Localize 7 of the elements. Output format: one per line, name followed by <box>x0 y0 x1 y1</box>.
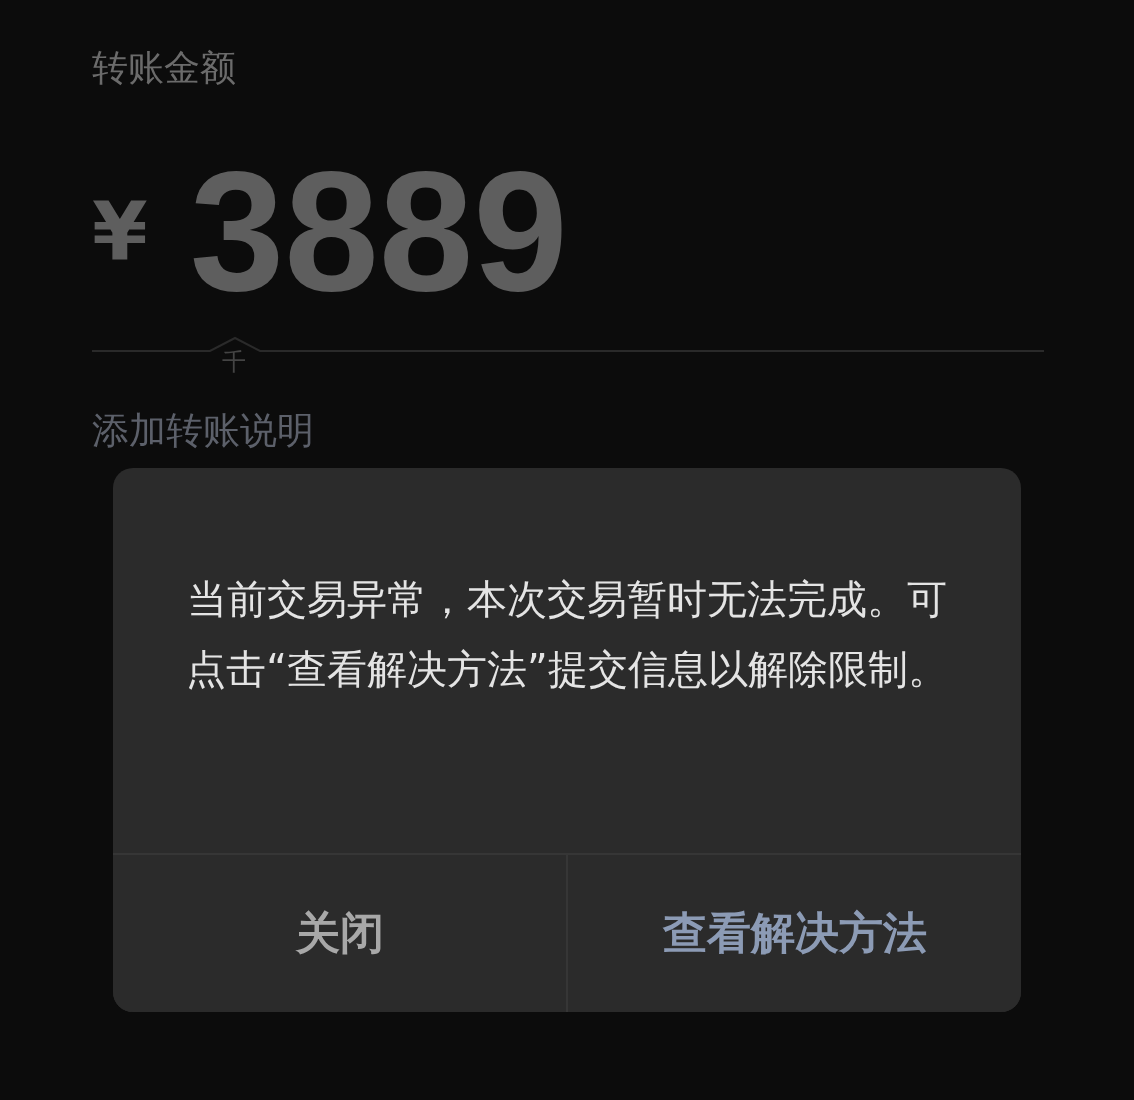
unit-hint: 千 <box>222 347 247 378</box>
dialog-message: 当前交易异常，本次交易暂时无法完成。可点击“查看解决方法”提交信息以解除限制。 <box>185 575 949 694</box>
amount-label: 转账金额 <box>92 46 237 90</box>
currency-symbol: ¥ <box>92 184 148 278</box>
view-solution-button[interactable]: 查看解决方法 <box>566 855 1021 1012</box>
add-note-link[interactable]: 添加转账说明 <box>92 409 314 453</box>
amount-value[interactable]: 3889 <box>189 156 568 306</box>
